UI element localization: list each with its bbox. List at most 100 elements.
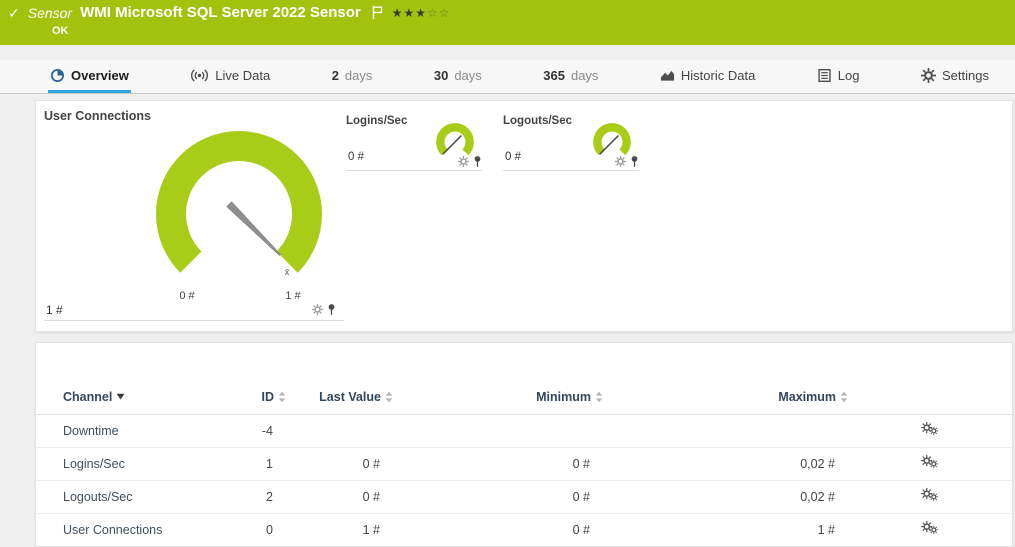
channel-settings-gear-icon[interactable] <box>615 156 626 167</box>
header-last-value[interactable]: Last Value <box>286 381 393 414</box>
priority-stars[interactable]: ★★★☆☆ <box>392 6 451 20</box>
gauge-needle <box>600 136 618 154</box>
stars-empty: ☆☆ <box>427 6 451 20</box>
logins-gauge-block: Logins/Sec 0 # <box>346 115 482 171</box>
channel-settings-gear-icon[interactable] <box>312 304 323 315</box>
object-kind-label: Sensor <box>28 5 72 21</box>
channel-last-value: 1 # <box>286 513 393 546</box>
channel-minimum: 0 # <box>393 447 603 480</box>
gauge-footer: 1 # <box>44 299 344 321</box>
log-icon <box>817 68 832 83</box>
tab-2-days-number: 2 <box>332 68 339 83</box>
user-connections-gauge-block: User Connections 0 # 1 # x̄ 1 # <box>44 109 344 321</box>
tab-live-data-label: Live Data <box>215 68 270 83</box>
pin-icon[interactable] <box>327 303 336 316</box>
channel-name[interactable]: Logins/Sec <box>36 447 221 480</box>
channel-maximum: 0,02 # <box>603 447 848 480</box>
tab-2-days[interactable]: 2 days <box>330 60 375 93</box>
tab-30-days-unit: days <box>454 68 481 83</box>
channel-last-value: 0 # <box>286 480 393 513</box>
area-chart-icon <box>660 68 675 83</box>
channel-id: -4 <box>221 414 286 447</box>
channel-minimum: 0 # <box>393 480 603 513</box>
sort-icon <box>385 391 393 403</box>
header-last-value-label: Last Value <box>319 390 381 404</box>
gauge-current-value: 1 # <box>46 303 63 317</box>
tab-log[interactable]: Log <box>815 60 862 93</box>
table-row: Logouts/Sec 2 0 # 0 # 0,02 # <box>36 480 1012 513</box>
flag-icon[interactable] <box>371 5 383 20</box>
header-minimum[interactable]: Minimum <box>393 381 603 414</box>
pin-icon[interactable] <box>630 155 639 168</box>
channel-name[interactable]: Logouts/Sec <box>36 480 221 513</box>
edit-channel-icon[interactable] <box>921 422 940 437</box>
header-minimum-label: Minimum <box>536 390 591 404</box>
channels-table: Channel ID Last Value Minimum Maximum Do… <box>36 381 1012 547</box>
gauge-current-value: 0 # <box>505 151 521 163</box>
channel-last-value <box>286 414 393 447</box>
channel-name[interactable]: User Connections <box>36 513 221 546</box>
channel-id: 1 <box>221 447 286 480</box>
header-channel-label: Channel <box>63 390 112 404</box>
channel-minimum: 0 # <box>393 513 603 546</box>
page-title: WMI Microsoft SQL Server 2022 Sensor <box>80 4 361 21</box>
channel-last-value: 0 # <box>286 447 393 480</box>
header-channel[interactable]: Channel <box>36 381 221 414</box>
tab-historic-data-label: Historic Data <box>681 68 755 83</box>
sort-down-triangle-icon <box>116 393 125 400</box>
edit-channel-icon[interactable] <box>921 521 940 536</box>
header-id-label: ID <box>262 390 275 404</box>
tab-live-data[interactable]: Live Data <box>188 60 272 93</box>
channel-maximum: 1 # <box>603 513 848 546</box>
tab-settings[interactable]: Settings <box>919 60 991 93</box>
tab-bar: Overview Live Data 2 days 30 days 365 da… <box>0 60 1015 94</box>
sort-icon <box>595 391 603 403</box>
table-row: User Connections 0 1 # 0 # 1 # <box>36 513 1012 546</box>
gauges-panel: User Connections 0 # 1 # x̄ 1 # Logins/S… <box>35 100 1013 332</box>
tab-365-days[interactable]: 365 days <box>541 60 600 93</box>
sensor-header: ✓ Sensor WMI Microsoft SQL Server 2022 S… <box>0 0 1015 45</box>
tab-historic-data[interactable]: Historic Data <box>658 60 757 93</box>
tab-30-days-number: 30 <box>434 68 448 83</box>
tab-overview-label: Overview <box>71 68 129 83</box>
tab-settings-label: Settings <box>942 68 989 83</box>
user-connections-gauge: 0 # 1 # x̄ <box>139 119 339 304</box>
channel-name[interactable]: Downtime <box>36 414 221 447</box>
edit-channel-icon[interactable] <box>921 488 940 503</box>
header-id[interactable]: ID <box>221 381 286 414</box>
tab-365-days-unit: days <box>571 68 598 83</box>
status-check-icon: ✓ <box>8 6 20 20</box>
gear-icon <box>921 68 936 83</box>
gauge-average-marker: x̄ <box>285 267 290 277</box>
header-maximum[interactable]: Maximum <box>603 381 848 414</box>
edit-channel-icon[interactable] <box>921 455 940 470</box>
gauge-needle <box>227 202 281 256</box>
channel-maximum: 0,02 # <box>603 480 848 513</box>
sort-icon <box>840 391 848 403</box>
channel-maximum <box>603 414 848 447</box>
table-header-row: Channel ID Last Value Minimum Maximum <box>36 381 1012 414</box>
channel-id: 2 <box>221 480 286 513</box>
sort-icon <box>278 391 286 403</box>
channels-panel: Channel ID Last Value Minimum Maximum Do… <box>35 342 1013 547</box>
pin-icon[interactable] <box>473 155 482 168</box>
channel-id: 0 <box>221 513 286 546</box>
broadcast-icon <box>190 68 209 83</box>
channel-settings-gear-icon[interactable] <box>458 156 469 167</box>
overview-icon <box>50 68 65 83</box>
tab-overview[interactable]: Overview <box>48 60 131 93</box>
logouts-gauge-block: Logouts/Sec 0 # <box>503 115 639 171</box>
channel-minimum <box>393 414 603 447</box>
tab-2-days-unit: days <box>345 68 372 83</box>
table-row: Logins/Sec 1 0 # 0 # 0,02 # <box>36 447 1012 480</box>
status-badge: OK <box>52 25 1005 37</box>
table-row: Downtime -4 <box>36 414 1012 447</box>
gauge-needle <box>443 136 461 154</box>
stars-filled: ★★★ <box>392 6 427 20</box>
tab-30-days[interactable]: 30 days <box>432 60 484 93</box>
header-edit <box>848 381 1012 414</box>
tab-log-label: Log <box>838 68 860 83</box>
gauge-current-value: 0 # <box>348 151 364 163</box>
header-maximum-label: Maximum <box>778 390 836 404</box>
tab-365-days-number: 365 <box>543 68 565 83</box>
